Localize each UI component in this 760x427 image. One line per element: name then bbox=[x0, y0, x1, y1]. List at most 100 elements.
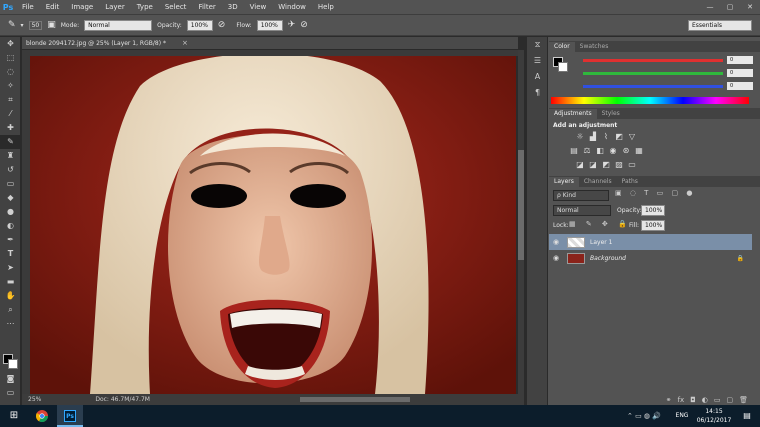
menu-select[interactable]: Select bbox=[159, 3, 193, 11]
image-canvas[interactable] bbox=[30, 56, 516, 394]
screen-mode-icon[interactable]: ▭ bbox=[0, 386, 21, 400]
layer-style-icon[interactable]: fx bbox=[678, 396, 685, 405]
visibility-eye-icon[interactable]: ◉ bbox=[549, 254, 563, 262]
marquee-tool-icon[interactable]: ⬚ bbox=[0, 51, 21, 65]
flow-input[interactable]: 100% bbox=[256, 19, 283, 31]
more-tools-icon[interactable]: ⋯ bbox=[0, 317, 21, 331]
layer-filter-icons[interactable]: ▣ ◌ T ▭ ▢ ● bbox=[615, 189, 695, 197]
airbrush-icon[interactable]: ✈ bbox=[288, 20, 296, 30]
green-value[interactable]: 0 bbox=[727, 69, 753, 77]
pen-tool-icon[interactable]: ✒ bbox=[0, 233, 21, 247]
threshold-icon[interactable]: ◩ bbox=[601, 160, 611, 170]
pressure-opacity-icon[interactable]: ⊘ bbox=[218, 20, 226, 30]
layer-row-background[interactable]: ◉ Background 🔒 bbox=[549, 250, 752, 266]
menu-window[interactable]: Window bbox=[272, 3, 312, 11]
curves-icon[interactable]: ⌇ bbox=[601, 132, 611, 142]
clock[interactable]: 14:15 06/12/2017 bbox=[694, 405, 734, 427]
layer-opacity-input[interactable]: 100% bbox=[641, 205, 665, 216]
gradient-map-icon[interactable]: ▭ bbox=[627, 160, 637, 170]
maximize-button[interactable]: ▢ bbox=[720, 0, 740, 14]
new-adjustment-icon[interactable]: ◐ bbox=[702, 396, 708, 405]
menu-filter[interactable]: Filter bbox=[192, 3, 221, 11]
hand-tool-icon[interactable]: ✋ bbox=[0, 289, 21, 303]
brush-tool-icon[interactable]: ✎ bbox=[8, 20, 16, 30]
chevron-down-icon[interactable]: ▾ bbox=[21, 22, 24, 29]
black-white-icon[interactable]: ◧ bbox=[595, 146, 605, 156]
dodge-tool-icon[interactable]: ◐ bbox=[0, 219, 21, 233]
zoom-tool-icon[interactable]: ⌕ bbox=[0, 303, 21, 317]
link-layers-icon[interactable]: ⚭ bbox=[666, 396, 672, 405]
blue-value[interactable]: 0 bbox=[727, 82, 753, 90]
lasso-tool-icon[interactable]: ◌ bbox=[0, 65, 21, 79]
workspace-select[interactable]: Essentials bbox=[688, 20, 752, 31]
photo-filter-icon[interactable]: ◉ bbox=[608, 146, 618, 156]
opacity-input[interactable]: 100% bbox=[186, 19, 213, 31]
mode-select[interactable]: Normal bbox=[84, 19, 153, 31]
green-slider[interactable]: 0 bbox=[579, 69, 754, 77]
tab-paths[interactable]: Paths bbox=[617, 177, 643, 187]
delete-layer-icon[interactable]: 🗑 bbox=[739, 396, 748, 405]
eyedropper-tool-icon[interactable]: ⁄ bbox=[0, 107, 21, 121]
move-tool-icon[interactable]: ✥ bbox=[0, 37, 21, 51]
red-value[interactable]: 0 bbox=[727, 56, 753, 64]
eraser-tool-icon[interactable]: ▭ bbox=[0, 177, 21, 191]
brush-panel-icon[interactable]: ▣ bbox=[47, 20, 56, 30]
menu-edit[interactable]: Edit bbox=[40, 3, 66, 11]
chrome-icon[interactable] bbox=[30, 405, 54, 427]
brush-size[interactable]: 50 bbox=[28, 20, 43, 30]
shape-tool-icon[interactable]: ▬ bbox=[0, 275, 21, 289]
menu-layer[interactable]: Layer bbox=[99, 3, 131, 11]
stamp-tool-icon[interactable]: ♜ bbox=[0, 149, 21, 163]
pressure-size-icon[interactable]: ⊘ bbox=[300, 20, 308, 30]
start-button[interactable]: ⊞ bbox=[4, 405, 24, 427]
color-spectrum[interactable] bbox=[551, 97, 749, 104]
new-group-icon[interactable]: ▭ bbox=[714, 396, 721, 405]
crop-tool-icon[interactable]: ⌗ bbox=[0, 93, 21, 107]
minimize-button[interactable]: — bbox=[700, 0, 720, 14]
tab-swatches[interactable]: Swatches bbox=[575, 42, 614, 52]
brush-tool-icon[interactable]: ✎ bbox=[0, 135, 21, 149]
color-lookup-icon[interactable]: ▦ bbox=[634, 146, 644, 156]
layer-row-layer-1[interactable]: ◉ Layer 1 bbox=[549, 234, 752, 250]
close-window-button[interactable]: ✕ bbox=[740, 0, 760, 14]
horizontal-scroll-thumb[interactable] bbox=[300, 397, 410, 402]
menu-file[interactable]: File bbox=[16, 3, 40, 11]
document-tab[interactable]: blonde 2094172.jpg @ 25% (Layer 1, RGB/8… bbox=[22, 37, 518, 50]
blur-tool-icon[interactable]: ● bbox=[0, 205, 21, 219]
brightness-icon[interactable]: ☼ bbox=[575, 132, 585, 142]
background-color-swatch[interactable] bbox=[8, 359, 18, 369]
menu-3d[interactable]: 3D bbox=[222, 3, 244, 11]
menu-view[interactable]: View bbox=[244, 3, 273, 11]
vibrance-icon[interactable]: ▽ bbox=[627, 132, 637, 142]
color-bg-swatch[interactable] bbox=[558, 62, 568, 72]
close-document-button[interactable]: × bbox=[182, 39, 188, 47]
path-select-icon[interactable]: ➤ bbox=[0, 261, 21, 275]
type-tool-icon[interactable]: T bbox=[0, 247, 21, 261]
photoshop-taskbar-icon[interactable]: Ps bbox=[57, 405, 83, 427]
notifications-icon[interactable]: ▤ bbox=[738, 405, 756, 427]
selective-color-icon[interactable]: ▨ bbox=[614, 160, 624, 170]
invert-icon[interactable]: ◪ bbox=[575, 160, 585, 170]
history-icon[interactable]: ⧖ bbox=[527, 37, 548, 53]
menu-help[interactable]: Help bbox=[312, 3, 340, 11]
paint-bucket-icon[interactable]: ◆ bbox=[0, 191, 21, 205]
blue-slider[interactable]: 0 bbox=[579, 82, 754, 90]
paragraph-icon[interactable]: ¶ bbox=[527, 85, 548, 101]
properties-icon[interactable]: ☰ bbox=[527, 53, 548, 69]
menu-type[interactable]: Type bbox=[131, 3, 159, 11]
color-balance-icon[interactable]: ⚖ bbox=[582, 146, 592, 156]
history-brush-icon[interactable]: ↺ bbox=[0, 163, 21, 177]
tab-styles[interactable]: Styles bbox=[597, 109, 625, 119]
healing-tool-icon[interactable]: ✚ bbox=[0, 121, 21, 135]
new-layer-icon[interactable]: ▢ bbox=[726, 396, 733, 405]
visibility-eye-icon[interactable]: ◉ bbox=[549, 238, 563, 246]
tab-adjustments[interactable]: Adjustments bbox=[549, 109, 597, 119]
exposure-icon[interactable]: ◩ bbox=[614, 132, 624, 142]
menu-image[interactable]: Image bbox=[65, 3, 99, 11]
zoom-level[interactable]: 25% bbox=[28, 396, 41, 403]
quick-mask-icon[interactable]: ◙ bbox=[0, 372, 21, 386]
posterize-icon[interactable]: ◪ bbox=[588, 160, 598, 170]
blend-mode-select[interactable]: Normal bbox=[553, 205, 611, 216]
character-icon[interactable]: A bbox=[527, 69, 548, 85]
hue-saturation-icon[interactable]: ▤ bbox=[569, 146, 579, 156]
